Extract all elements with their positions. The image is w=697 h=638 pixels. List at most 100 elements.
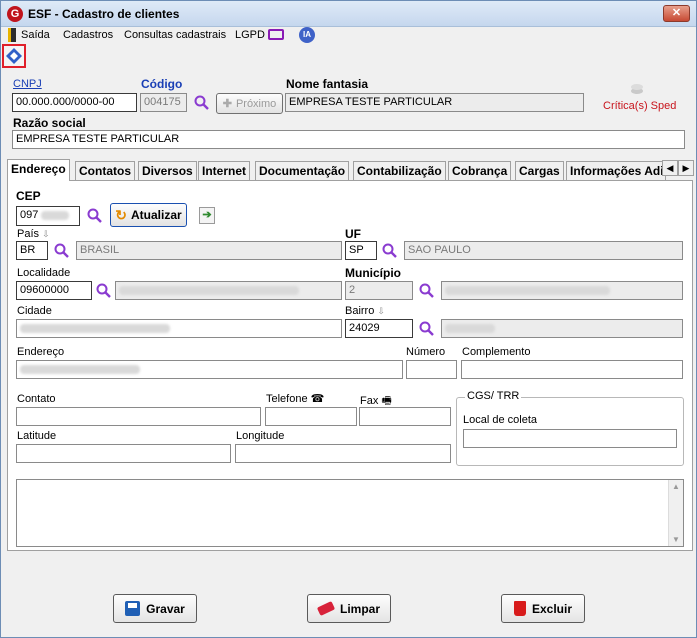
uf-name-input: SAO PAULO (404, 241, 683, 260)
menu-item-consultas[interactable]: Consultas cadastrais (124, 29, 226, 41)
cep-value: 097 (20, 209, 39, 221)
ia-button[interactable]: IA (299, 27, 315, 43)
close-button[interactable]: ✕ (663, 5, 690, 22)
tab-scroll-left-icon[interactable]: ◀ (662, 160, 678, 176)
tab-endereco[interactable]: Endereço (7, 159, 70, 181)
cnpj-label[interactable]: CNPJ (13, 78, 42, 90)
cep-input[interactable]: 097 (16, 206, 80, 226)
search-icon[interactable] (87, 208, 103, 224)
razao-social-label: Razão social (13, 116, 86, 130)
endereco-input[interactable] (16, 360, 403, 379)
search-icon[interactable] (419, 283, 435, 299)
localidade-label: Localidade (17, 267, 71, 279)
menu-item-saida[interactable]: Saída (21, 29, 50, 41)
numero-input[interactable] (406, 360, 457, 379)
tab-documentacao[interactable]: Documentação (255, 161, 350, 180)
search-icon[interactable] (382, 243, 398, 259)
cgs-trr-group: CGS/ TRR Local de coleta (456, 390, 684, 466)
toolbar-action-button[interactable] (2, 44, 26, 68)
cgs-trr-title: CGS/ TRR (465, 390, 522, 402)
bairro-label: Bairro ⇩ (345, 305, 385, 317)
complemento-input[interactable] (461, 360, 683, 379)
tab-contatos[interactable]: Contatos (75, 161, 135, 180)
redacted-text (119, 285, 299, 295)
down-arrow-icon: ⇩ (42, 229, 50, 239)
telefone-label: Telefone ☎ (266, 393, 325, 405)
search-icon[interactable] (96, 283, 112, 299)
codigo-input[interactable]: 004175 (140, 93, 187, 112)
tab-internet[interactable]: Internet (198, 161, 251, 180)
limpar-button[interactable]: Limpar (307, 594, 391, 623)
fax-input[interactable] (359, 407, 451, 426)
local-coleta-label: Local de coleta (463, 414, 537, 426)
sped-link[interactable]: Crítica(s) Sped (603, 100, 676, 112)
uf-label: UF (345, 227, 361, 241)
pais-name-input: BRASIL (76, 241, 342, 260)
endereco-panel: CEP 097 ↻ Atualizar ➔ País ⇩ BR BRASIL U… (7, 180, 693, 551)
search-icon[interactable] (54, 243, 70, 259)
razao-social-input[interactable]: EMPRESA TESTE PARTICULAR (12, 130, 685, 149)
contato-label: Contato (17, 393, 56, 405)
window-title: ESF - Cadastro de clientes (28, 7, 180, 21)
numero-label: Número (406, 346, 446, 358)
gravar-label: Gravar (146, 601, 185, 616)
bairro-name-input (441, 319, 683, 338)
tab-scroll-right-icon[interactable]: ▶ (678, 160, 694, 176)
phone-icon: ☎ (310, 393, 325, 405)
trash-icon (513, 601, 526, 616)
down-arrow-icon: ⇩ (377, 306, 385, 316)
local-coleta-input[interactable] (463, 429, 677, 448)
menu-item-lgpd[interactable]: LGPD (235, 29, 265, 41)
sped-icon[interactable] (629, 81, 645, 95)
scroll-down-icon[interactable]: ▼ (672, 535, 680, 544)
bairro-input[interactable]: 24029 (345, 319, 413, 338)
redacted-text (20, 323, 170, 333)
proximo-button[interactable]: ✚ Próximo (216, 93, 283, 114)
cnpj-input[interactable]: 00.000.000/0000-00 (12, 93, 137, 112)
nome-fantasia-input[interactable]: EMPRESA TESTE PARTICULAR (285, 93, 584, 112)
limpar-label: Limpar (339, 601, 380, 616)
cidade-label: Cidade (17, 305, 52, 317)
cidade-input[interactable] (16, 319, 342, 338)
telefone-input[interactable] (265, 407, 357, 426)
search-icon[interactable] (419, 321, 435, 337)
exit-icon (8, 28, 16, 42)
municipio-input[interactable]: 2 (345, 281, 413, 300)
observacoes-memo[interactable]: ▲ ▼ (16, 479, 684, 547)
tab-diversos[interactable]: Diversos (138, 161, 197, 180)
export-icon[interactable]: ➔ (199, 207, 215, 224)
tab-informacoes-adicionais[interactable]: Informações Adi (566, 161, 666, 180)
codigo-label: Código (141, 77, 183, 91)
menu-item-cadastros[interactable]: Cadastros (63, 29, 113, 41)
localidade-input[interactable]: 09600000 (16, 281, 92, 300)
excluir-label: Excluir (531, 601, 573, 616)
latitude-label: Latitude (17, 430, 57, 442)
memo-scrollbar[interactable]: ▲ ▼ (668, 480, 683, 546)
monitor-icon[interactable] (268, 29, 284, 40)
redacted-text (445, 323, 495, 333)
longitude-input[interactable] (235, 444, 451, 463)
atualizar-label: Atualizar (131, 208, 182, 222)
tab-contabilizacao[interactable]: Contabilização (353, 161, 446, 180)
contato-input[interactable] (16, 407, 261, 426)
uf-code-input[interactable]: SP (345, 241, 377, 260)
menu-bar: Saída Cadastros Consultas cadastrais LGP… (1, 27, 696, 45)
eraser-icon (316, 601, 336, 616)
app-logo-icon: G (7, 6, 23, 22)
endereco-label: Endereço (17, 346, 65, 358)
tab-cargas[interactable]: Cargas (515, 161, 564, 180)
latitude-input[interactable] (16, 444, 231, 463)
search-icon[interactable] (194, 95, 210, 111)
cep-label: CEP (16, 189, 41, 203)
redacted-text (445, 285, 610, 295)
scroll-up-icon[interactable]: ▲ (672, 482, 680, 491)
main-window: G ESF - Cadastro de clientes ✕ Saída Cad… (0, 0, 697, 638)
atualizar-button[interactable]: ↻ Atualizar (110, 203, 187, 227)
redacted-text (20, 364, 140, 374)
title-bar: G ESF - Cadastro de clientes ✕ (1, 1, 696, 27)
longitude-label: Longitude (236, 430, 285, 442)
gravar-button[interactable]: Gravar (113, 594, 197, 623)
excluir-button[interactable]: Excluir (501, 594, 585, 623)
pais-code-input[interactable]: BR (16, 241, 48, 260)
tab-cobranca[interactable]: Cobrança (448, 161, 512, 180)
